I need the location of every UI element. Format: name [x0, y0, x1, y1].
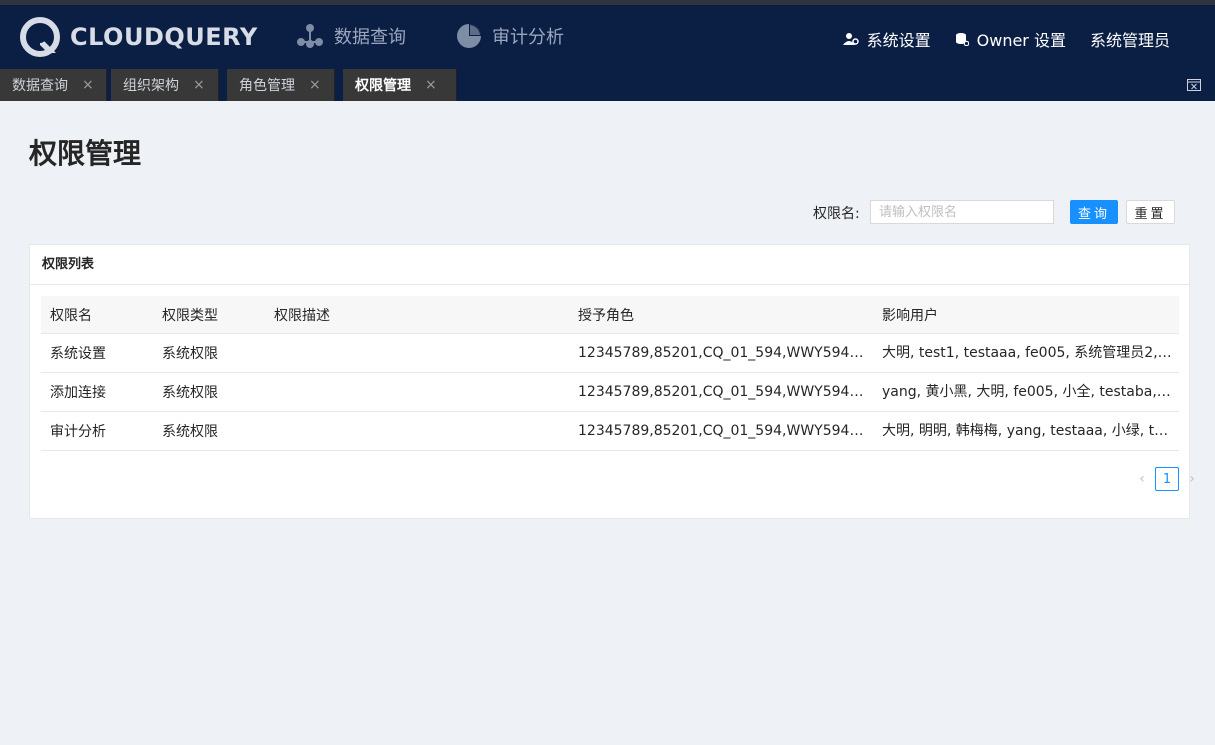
tab-data-query[interactable]: 数据查询 × [0, 69, 107, 101]
user-menu[interactable]: 系统管理员 [1090, 27, 1170, 51]
database-gear-icon [955, 33, 969, 46]
granted-roles: 12345789,85201,CQ_01_594,WWY594620... [578, 412, 868, 450]
column-header: 权限类型 [162, 307, 218, 324]
nav-data-query[interactable]: 数据查询 [296, 23, 406, 49]
pagination: ‹ 1 › [1135, 467, 1199, 491]
logo-text: CLOUDQUERY [70, 23, 258, 51]
close-icon[interactable]: × [193, 77, 205, 93]
next-page-icon[interactable]: › [1185, 471, 1199, 487]
search-label: 权限名: [813, 206, 860, 222]
nav-audit-analysis[interactable]: 审计分析 [456, 23, 564, 49]
permission-name: 添加连接 [50, 385, 106, 401]
network-icon [297, 24, 323, 48]
prev-page-icon[interactable]: ‹ [1135, 471, 1149, 487]
tab-bar: 数据查询 × 组织架构 × 角色管理 × 权限管理 × [0, 69, 1215, 101]
close-all-tabs-icon[interactable] [1187, 79, 1201, 91]
tab-permission-management[interactable]: 权限管理 × [343, 69, 457, 101]
permission-type: 系统权限 [162, 346, 218, 362]
permission-name-search-input[interactable] [870, 200, 1054, 224]
nav-audit-analysis-label: 审计分析 [492, 27, 564, 48]
permission-list-card: 权限列表 权限名 权限类型 权限描述 授予角色 影响用户 系统设置 系统权限 1… [29, 244, 1195, 519]
granted-roles: 12345789,85201,CQ_01_594,WWY594620... [578, 334, 868, 372]
permission-name: 审计分析 [50, 424, 106, 440]
tab-label: 组织架构 [123, 78, 179, 94]
permission-table: 权限名 权限类型 权限描述 授予角色 影响用户 系统设置 系统权限 123457… [41, 296, 1179, 451]
users-gear-icon [842, 33, 859, 45]
page-number[interactable]: 1 [1155, 467, 1179, 491]
column-header: 权限名 [50, 307, 92, 324]
granted-roles-text: 12345789,85201,CQ_01_594,WWY594620... [578, 383, 868, 400]
system-settings-link[interactable]: 系统设置 [842, 27, 931, 51]
top-navigation-bar: CLOUDQUERY 数据查询 审计分析 系统设置 Owner 设置 系统管理员 [0, 0, 1215, 69]
column-header: 影响用户 [882, 307, 938, 324]
affected-users: 大明, test1, testaaa, fe005, 系统管理员2, ... [882, 334, 1172, 372]
permission-type: 系统权限 [162, 424, 218, 440]
affected-users-text: yang, 黄小黑, 大明, fe005, 小全, testaba, ... [882, 383, 1172, 400]
query-button[interactable]: 查询 [1070, 200, 1118, 224]
main-nav: 数据查询 审计分析 [296, 23, 614, 49]
permission-name: 系统设置 [50, 346, 106, 362]
user-name: 系统管理员 [1089, 31, 1170, 50]
affected-users: 大明, 明明, 韩梅梅, yang, testaaa, 小绿, te... [882, 412, 1172, 450]
tab-org-structure[interactable]: 组织架构 × [111, 69, 219, 101]
granted-roles-text: 12345789,85201,CQ_01_594,WWY594620... [578, 422, 868, 439]
close-icon[interactable]: × [82, 77, 94, 93]
owner-settings-label: Owner 设置 [976, 31, 1066, 50]
reset-button[interactable]: 重置 [1126, 200, 1175, 224]
tab-label: 权限管理 [355, 78, 411, 94]
page-title: 权限管理 [29, 137, 142, 170]
tab-label: 数据查询 [12, 78, 68, 94]
column-header: 权限描述 [274, 307, 330, 324]
affected-users-text: 大明, 明明, 韩梅梅, yang, testaaa, 小绿, te... [882, 422, 1172, 439]
permission-type: 系统权限 [162, 385, 218, 401]
permission-desc [274, 373, 564, 411]
close-icon[interactable]: × [309, 77, 321, 93]
card-title: 权限列表 [30, 245, 1189, 285]
granted-roles-text: 12345789,85201,CQ_01_594,WWY594620... [578, 344, 868, 361]
close-icon[interactable]: × [425, 77, 437, 93]
system-settings-label: 系统设置 [866, 31, 931, 50]
table-row[interactable]: 系统设置 系统权限 12345789,85201,CQ_01_594,WWY59… [41, 334, 1179, 373]
pie-chart-icon [457, 24, 481, 48]
affected-users-text: 大明, test1, testaaa, fe005, 系统管理员2, ... [882, 344, 1172, 361]
cloudquery-logo-icon [20, 17, 60, 57]
table-row[interactable]: 添加连接 系统权限 12345789,85201,CQ_01_594,WWY59… [41, 373, 1179, 412]
table-header: 权限名 权限类型 权限描述 授予角色 影响用户 [41, 296, 1179, 334]
affected-users: yang, 黄小黑, 大明, fe005, 小全, testaba, ... [882, 373, 1172, 411]
logo[interactable]: CLOUDQUERY [20, 17, 258, 57]
granted-roles: 12345789,85201,CQ_01_594,WWY594620... [578, 373, 868, 411]
owner-settings-link[interactable]: Owner 设置 [955, 27, 1066, 51]
nav-data-query-label: 数据查询 [334, 27, 406, 48]
permission-desc [274, 412, 564, 450]
table-row[interactable]: 审计分析 系统权限 12345789,85201,CQ_01_594,WWY59… [41, 412, 1179, 451]
column-header: 授予角色 [578, 307, 634, 324]
right-nav: 系统设置 Owner 设置 系统管理员 [819, 27, 1170, 51]
tab-label: 角色管理 [239, 78, 295, 94]
tab-role-management[interactable]: 角色管理 × [227, 69, 335, 101]
permission-desc [274, 334, 564, 372]
